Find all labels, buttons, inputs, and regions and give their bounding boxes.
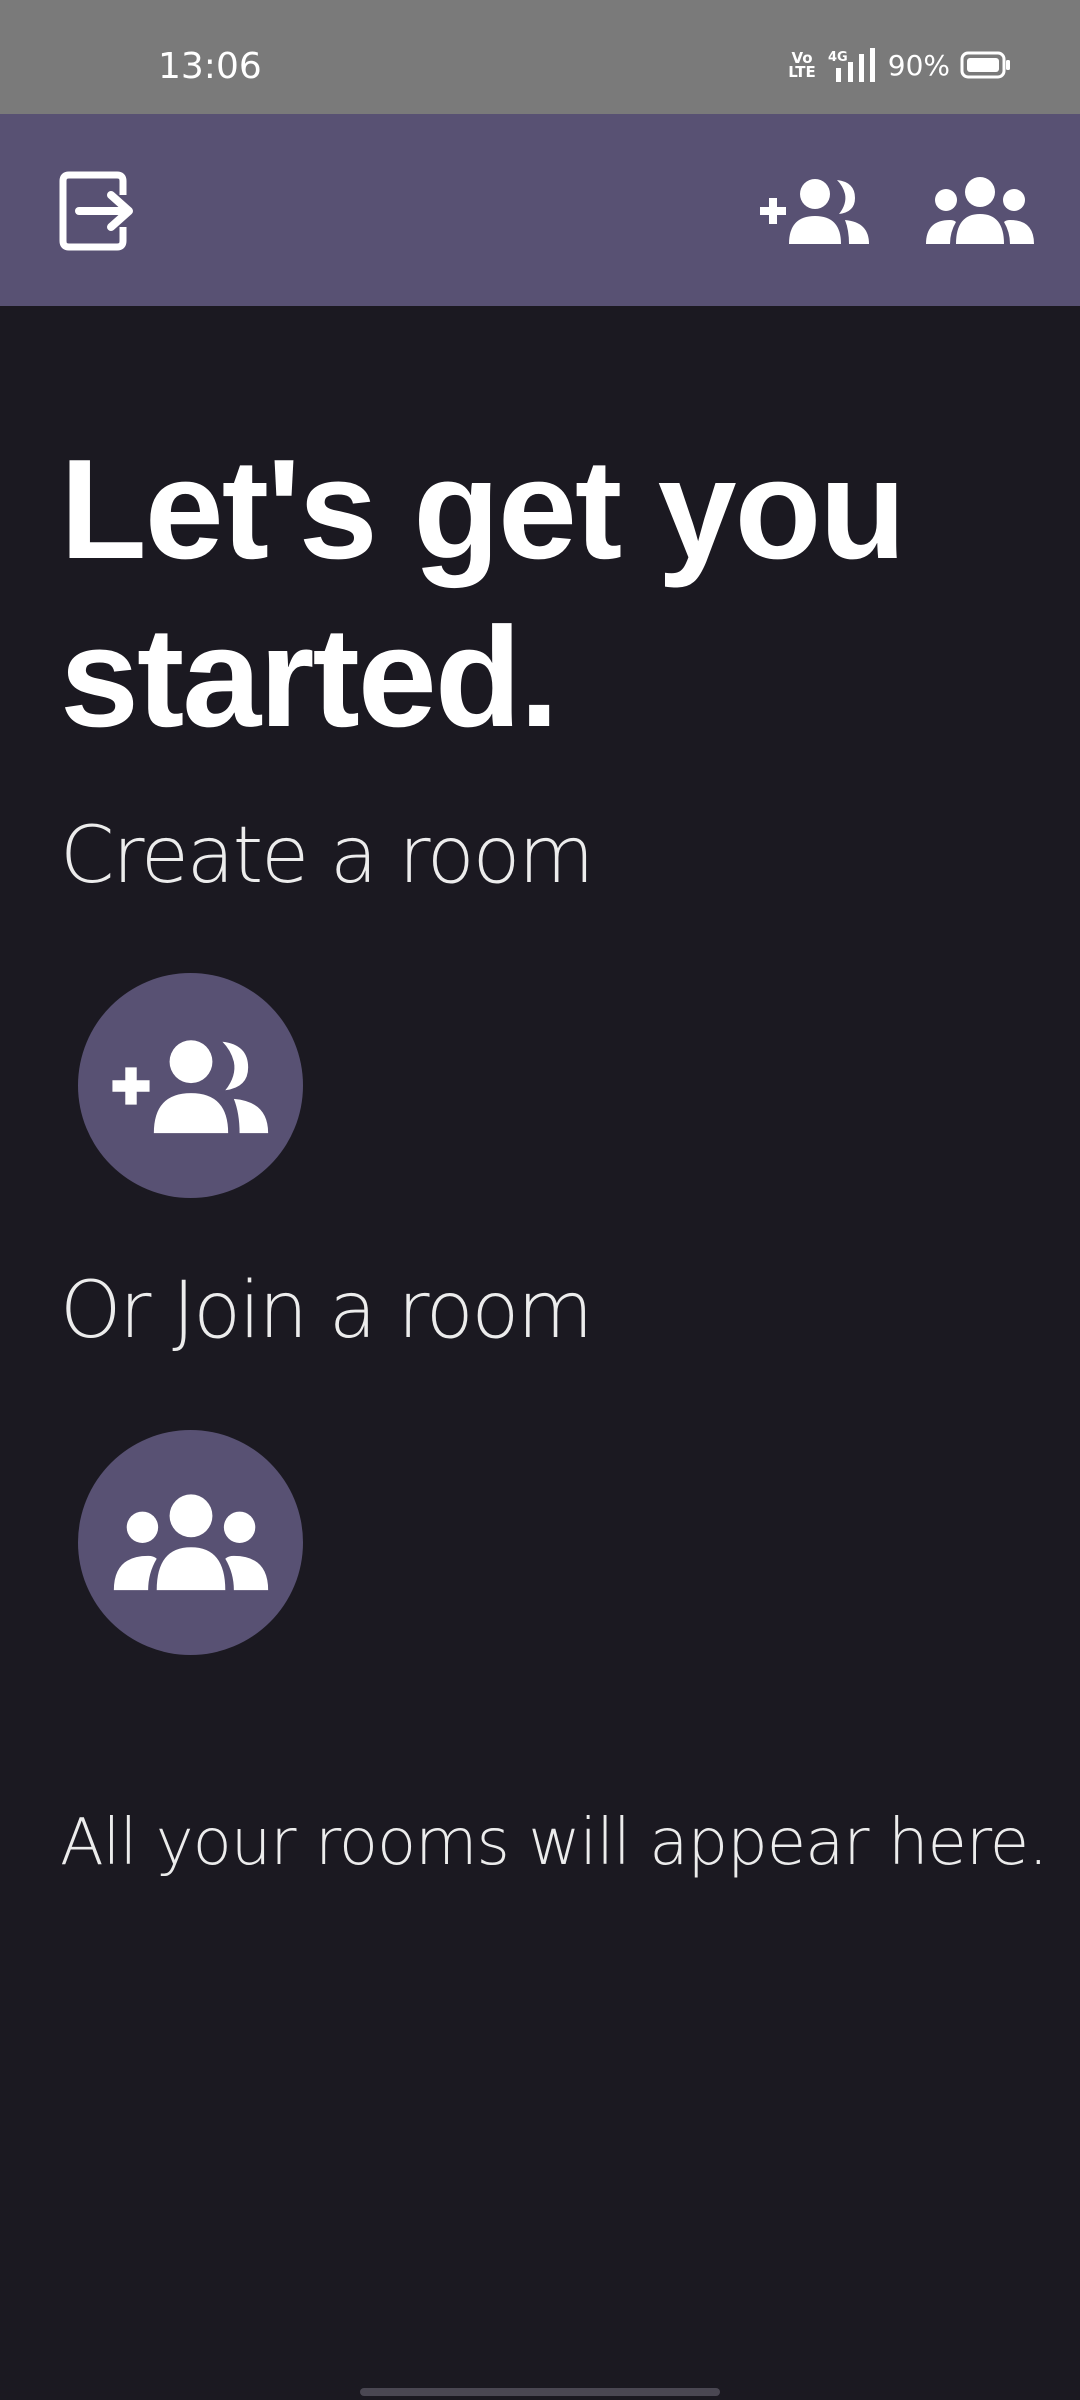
home-indicator[interactable] xyxy=(360,2388,720,2396)
status-bar: 13:06 Vo LTE 4G 90% xyxy=(0,0,1080,114)
app-bar xyxy=(0,114,1080,306)
signal-icon: 4G xyxy=(828,48,875,82)
add-room-icon xyxy=(760,179,869,244)
join-room-icon xyxy=(926,177,1034,244)
join-room-button[interactable] xyxy=(78,1430,303,1655)
battery-icon xyxy=(960,51,1010,79)
status-time: 13:06 xyxy=(158,46,262,87)
join-room-appbar-button[interactable] xyxy=(920,166,1040,256)
create-room-label: Create a room xyxy=(60,811,594,901)
page-title: Let's get you started. xyxy=(60,430,906,757)
join-room-icon xyxy=(113,1493,268,1590)
create-room-appbar-button[interactable] xyxy=(755,166,875,256)
join-room-label: Or Join a room xyxy=(60,1266,593,1356)
logout-icon xyxy=(59,171,133,251)
volte-icon: Vo LTE xyxy=(788,49,816,81)
empty-rooms-note: All your rooms will appear here. xyxy=(60,1806,1048,1880)
main-content: Let's get you started. Create a room Or … xyxy=(0,306,1080,2400)
logout-button[interactable] xyxy=(54,166,144,256)
create-room-button[interactable] xyxy=(78,973,303,1198)
battery-percent: 90% xyxy=(887,48,950,82)
status-indicators: Vo LTE 4G 90% xyxy=(788,48,1012,82)
add-room-icon xyxy=(111,1039,268,1133)
svg-text:4G: 4G xyxy=(828,50,848,65)
